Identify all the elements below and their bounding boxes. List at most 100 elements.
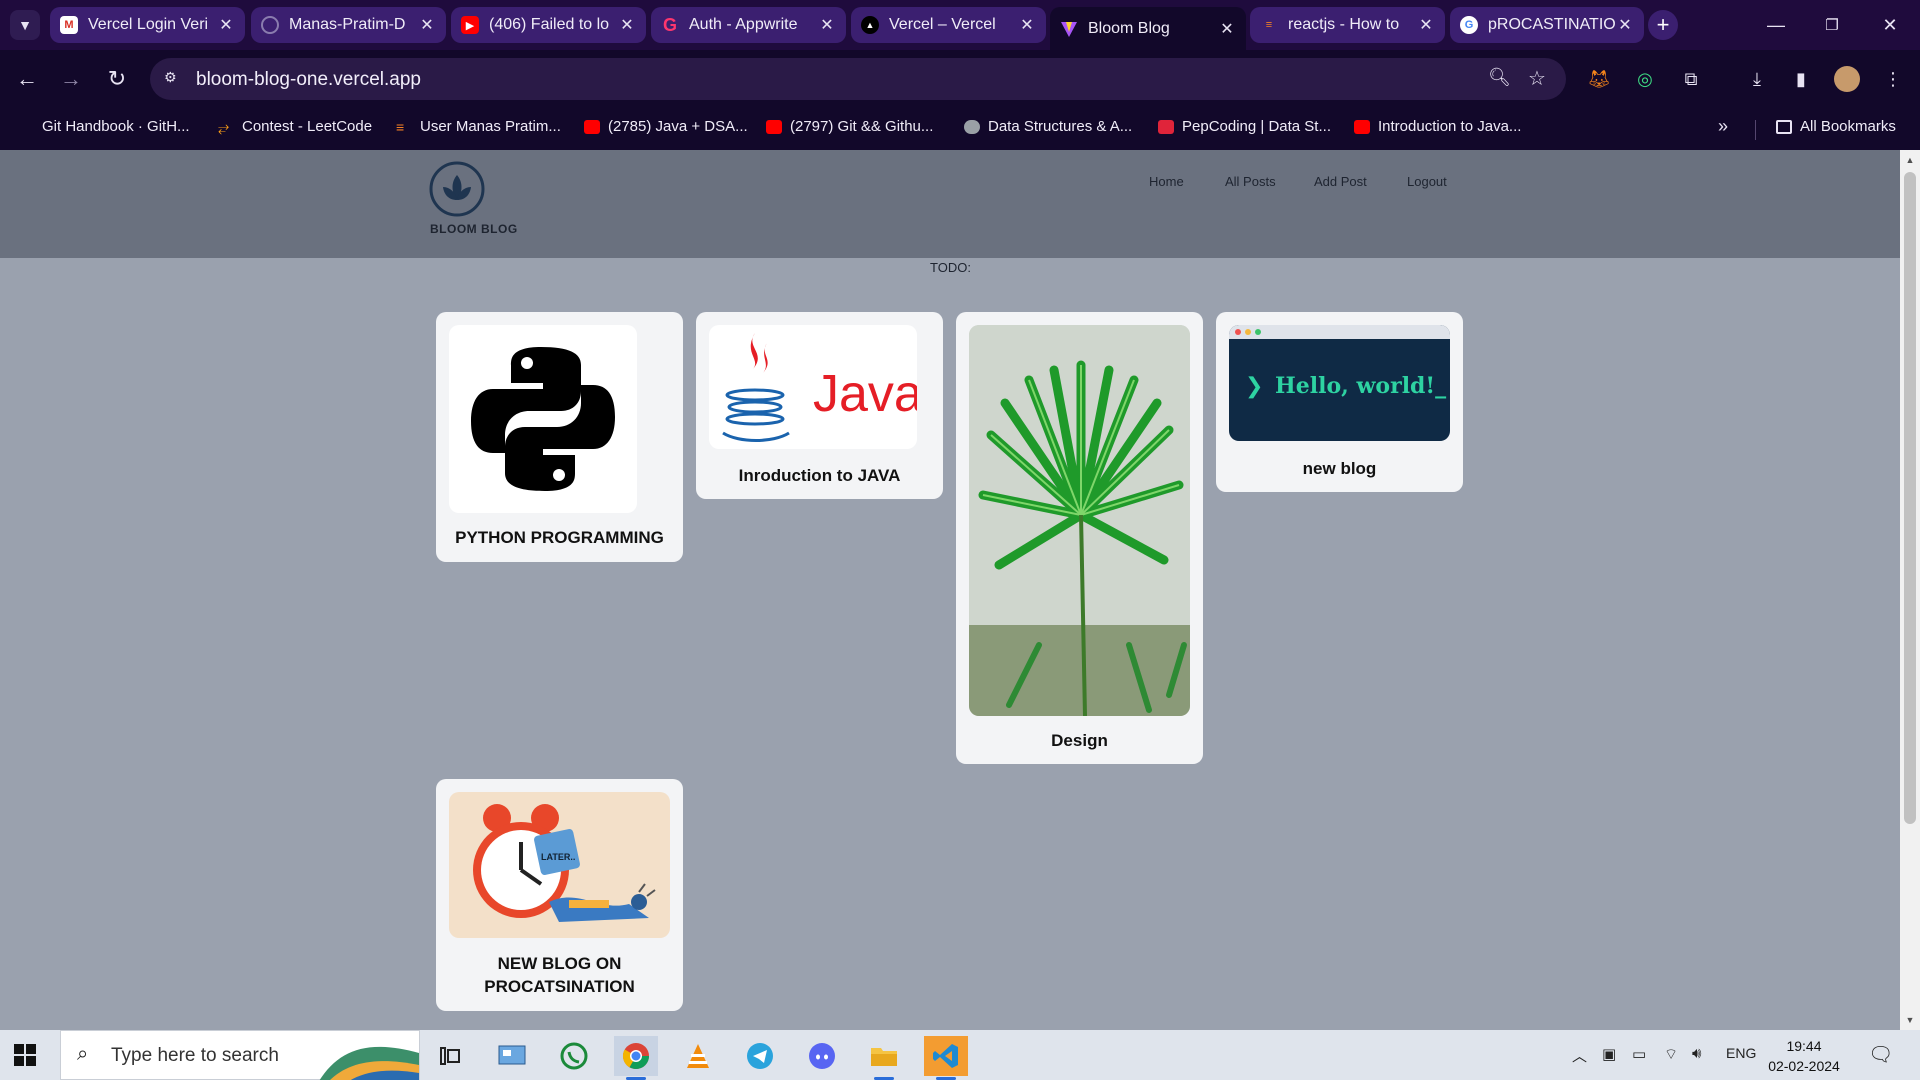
tab-reactjs[interactable]: ≡ reactjs - How to ✕ bbox=[1250, 7, 1445, 43]
post-card-procastination[interactable]: LATER.. NEW BLOG ON PROCATSINATION bbox=[436, 779, 683, 1011]
file-explorer-app-icon[interactable] bbox=[862, 1036, 906, 1080]
vscode-app-icon[interactable] bbox=[924, 1036, 968, 1080]
close-tab-icon[interactable]: ✕ bbox=[818, 15, 836, 35]
vlc-app-icon[interactable] bbox=[676, 1036, 720, 1076]
bookmark-label: Contest - LeetCode bbox=[242, 118, 373, 135]
whatsapp-app-icon[interactable] bbox=[552, 1036, 596, 1076]
google-icon: G bbox=[1460, 16, 1478, 34]
download-icon[interactable]: ⤓ bbox=[1744, 66, 1770, 92]
bookmark-youtube-java-dsa[interactable]: (2785) Java + DSA... bbox=[584, 118, 748, 135]
tab-title: Auth - Appwrite bbox=[689, 16, 798, 33]
tab-procastination[interactable]: G pROCASTINATIO ✕ bbox=[1450, 7, 1644, 43]
page-scrollbar[interactable]: ▲ ▼ bbox=[1900, 150, 1920, 1030]
github-icon bbox=[261, 16, 279, 34]
bloom-logo-icon[interactable] bbox=[428, 160, 486, 218]
bookmark-youtube-git-github[interactable]: (2797) Git && Githu... bbox=[766, 118, 933, 135]
address-bar[interactable]: ⚙ bloom-blog-one.vercel.app 🔍︎ ☆ bbox=[150, 58, 1566, 100]
tab-search-button[interactable]: ▼ bbox=[10, 10, 40, 40]
tab-youtube[interactable]: ▶ (406) Failed to lo ✕ bbox=[451, 7, 646, 43]
site-brand-name[interactable]: BLOOM BLOG bbox=[430, 222, 518, 236]
notifications-icon[interactable]: 🗨︎ bbox=[1868, 1042, 1893, 1067]
bookmark-leetcode[interactable]: ⥂ Contest - LeetCode bbox=[218, 118, 372, 135]
stackoverflow-icon: ≡ bbox=[396, 118, 405, 135]
close-tab-icon[interactable]: ✕ bbox=[418, 15, 436, 35]
minimize-window-icon[interactable]: — bbox=[1756, 10, 1796, 40]
language-indicator[interactable]: ENG bbox=[1726, 1045, 1756, 1061]
post-title[interactable]: Design bbox=[956, 729, 1203, 752]
profile-avatar[interactable] bbox=[1834, 66, 1860, 92]
tab-appwrite[interactable]: G Auth - Appwrite ✕ bbox=[651, 7, 846, 43]
taskbar-search[interactable]: ⌕ Type here to search bbox=[60, 1030, 420, 1080]
close-tab-icon[interactable]: ✕ bbox=[217, 15, 235, 35]
bookmark-stackoverflow-user[interactable]: ≡ User Manas Pratim... bbox=[396, 118, 561, 135]
post-card-python[interactable]: PYTHON PROGRAMMING bbox=[436, 312, 683, 562]
meet-now-icon[interactable]: ▣ bbox=[1602, 1045, 1616, 1063]
youtube-icon bbox=[1354, 119, 1370, 134]
bookmark-intro-java[interactable]: Introduction to Java... bbox=[1354, 118, 1521, 135]
nav-home[interactable]: Home bbox=[1143, 170, 1190, 193]
post-title[interactable]: PYTHON PROGRAMMING bbox=[436, 526, 683, 549]
control-panel-app-icon[interactable] bbox=[490, 1036, 534, 1076]
back-button[interactable]: ← bbox=[12, 64, 42, 94]
scroll-up-arrow-icon[interactable]: ▲ bbox=[1904, 154, 1916, 166]
tab-github[interactable]: Manas-Pratim-D ✕ bbox=[251, 7, 446, 43]
page-viewport: BLOOM BLOG Home All Posts Add Post Logou… bbox=[0, 150, 1900, 1030]
post-title[interactable]: NEW BLOG ON PROCATSINATION bbox=[436, 952, 683, 998]
post-title[interactable]: Inroduction to JAVA bbox=[696, 464, 943, 487]
all-bookmarks-button[interactable]: All Bookmarks bbox=[1776, 118, 1896, 135]
metamask-extension-icon[interactable]: 🦊︎ bbox=[1586, 66, 1612, 92]
post-card-java[interactable]: Java Inroduction to JAVA bbox=[696, 312, 943, 499]
close-tab-icon[interactable]: ✕ bbox=[618, 15, 636, 35]
side-panel-icon[interactable]: ▮ bbox=[1788, 66, 1814, 92]
nav-logout[interactable]: Logout bbox=[1401, 170, 1453, 193]
tab-title: Manas-Pratim-D bbox=[289, 16, 406, 33]
reload-button[interactable]: ↻ bbox=[102, 64, 132, 94]
close-tab-icon[interactable]: ✕ bbox=[1616, 15, 1634, 35]
tab-vercel-login[interactable]: M Vercel Login Veri ✕ bbox=[50, 7, 245, 43]
tab-title: reactjs - How to bbox=[1288, 16, 1400, 33]
volume-icon[interactable]: 🔊︎ bbox=[1692, 1045, 1701, 1062]
more-bookmarks-chevron-icon[interactable]: » bbox=[1718, 116, 1728, 137]
site-info-icon[interactable]: ⚙ bbox=[164, 69, 184, 89]
chrome-app-icon[interactable] bbox=[614, 1036, 658, 1080]
nav-all-posts[interactable]: All Posts bbox=[1219, 170, 1282, 193]
battery-icon[interactable]: ▭ bbox=[1632, 1045, 1646, 1063]
scroll-down-arrow-icon[interactable]: ▼ bbox=[1904, 1014, 1916, 1026]
bookmark-label: Introduction to Java... bbox=[1378, 118, 1522, 135]
nav-add-post[interactable]: Add Post bbox=[1308, 170, 1373, 193]
bookmark-data-structures[interactable]: Data Structures & A... bbox=[964, 118, 1132, 135]
zoom-icon[interactable]: 🔍︎ bbox=[1488, 67, 1511, 88]
close-tab-icon[interactable]: ✕ bbox=[1018, 15, 1036, 35]
close-window-icon[interactable]: ✕ bbox=[1870, 10, 1910, 40]
telegram-app-icon[interactable] bbox=[738, 1036, 782, 1076]
scrollbar-thumb[interactable] bbox=[1904, 172, 1916, 824]
post-card-design[interactable]: Design bbox=[956, 312, 1203, 764]
wifi-icon[interactable]: ⌔ bbox=[1664, 1045, 1678, 1064]
task-view-icon[interactable] bbox=[428, 1036, 472, 1076]
extension-ring-icon[interactable]: ◎ bbox=[1632, 66, 1658, 92]
url-text[interactable]: bloom-blog-one.vercel.app bbox=[196, 69, 421, 91]
extensions-puzzle-icon[interactable]: ⧉ bbox=[1678, 66, 1704, 92]
tab-bloom-blog[interactable]: Bloom Blog ✕ bbox=[1050, 7, 1246, 50]
post-card-new-blog[interactable]: ❯ Hello, world!_ new blog bbox=[1216, 312, 1463, 492]
bookmark-git-handbook[interactable]: Git Handbook · GitH... bbox=[42, 118, 190, 135]
tab-vercel[interactable]: ▲ Vercel – Vercel ✕ bbox=[851, 7, 1046, 43]
windows-start-icon[interactable] bbox=[14, 1044, 36, 1066]
search-highlight-art bbox=[319, 1046, 419, 1080]
tray-overflow-chevron-icon[interactable]: ︿ bbox=[1572, 1045, 1587, 1066]
menu-kebab-icon[interactable]: ⋮ bbox=[1880, 66, 1906, 92]
chevron-down-icon: ▼ bbox=[18, 17, 32, 33]
clock-time: 19:44 bbox=[1786, 1038, 1822, 1054]
close-tab-icon[interactable]: ✕ bbox=[1218, 19, 1236, 39]
bookmark-pepcoding[interactable]: PepCoding | Data St... bbox=[1158, 118, 1331, 135]
bookmarks-bar: Git Handbook · GitH... ⥂ Contest - LeetC… bbox=[0, 108, 1920, 150]
forward-button[interactable]: → bbox=[56, 64, 86, 94]
post-title[interactable]: new blog bbox=[1216, 457, 1463, 480]
discord-app-icon[interactable] bbox=[800, 1036, 844, 1076]
restore-window-icon[interactable]: ❐ bbox=[1812, 10, 1852, 40]
bookmark-star-icon[interactable]: ☆ bbox=[1528, 66, 1546, 91]
bookmark-label: (2785) Java + DSA... bbox=[608, 118, 748, 135]
close-tab-icon[interactable]: ✕ bbox=[1417, 15, 1435, 35]
taskbar-clock[interactable]: 19:44 02-02-2024 bbox=[1768, 1036, 1840, 1076]
new-tab-button[interactable]: + bbox=[1648, 10, 1678, 40]
